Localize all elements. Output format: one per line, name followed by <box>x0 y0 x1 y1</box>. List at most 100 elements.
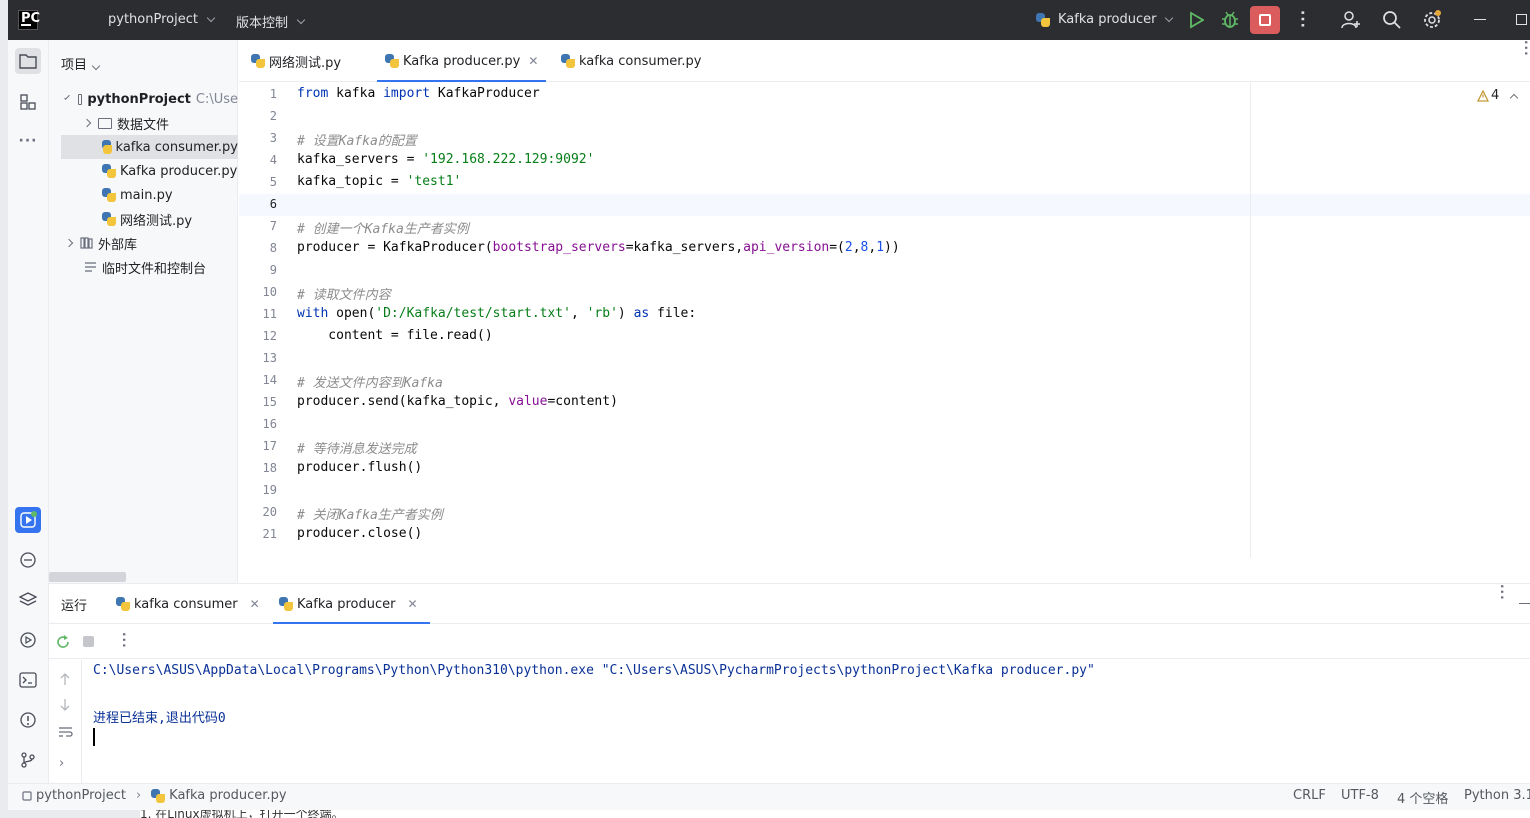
line-number: 7 <box>269 219 277 233</box>
code-text: =kafka_servers, <box>625 240 744 255</box>
tree-item-label: 数据文件 <box>117 117 170 133</box>
tree-item-kafka-consumer[interactable]: kafka consumer.py <box>61 135 238 159</box>
code-line-4: kafka_servers = '192.168.222.129:9092' <box>297 152 594 167</box>
structure-icon[interactable] <box>15 89 41 115</box>
line-number: 10 <box>262 285 277 299</box>
folder-icon <box>98 117 112 129</box>
close-tab-icon[interactable]: ✕ <box>528 54 538 68</box>
keyword-arg: bootstrap_servers <box>492 240 626 255</box>
python-packages-icon[interactable] <box>15 587 41 613</box>
rerun-icon[interactable] <box>55 634 71 654</box>
tab-network-test[interactable]: 网络测试.py <box>251 40 341 82</box>
stop-process-icon[interactable] <box>83 636 94 647</box>
run-toolbar: ··· <box>49 625 1530 659</box>
run-tab-kafka-producer[interactable]: Kafka producer ✕ <box>273 584 430 624</box>
vcs-label: 版本控制 <box>236 16 289 31</box>
project-panel-scrollbar[interactable] <box>49 572 126 582</box>
code-line-21: producer.close() <box>297 526 423 541</box>
encoding-widget[interactable]: UTF-8 <box>1341 788 1379 803</box>
hide-panel-icon[interactable] <box>1519 603 1530 604</box>
code-editor[interactable]: 1 2 3 4 5 6 7 8 9 10 11 12 13 14 15 16 1… <box>239 83 1530 558</box>
python-file-icon <box>102 212 116 226</box>
services-icon[interactable] <box>15 627 41 653</box>
more-tools-icon[interactable]: ··· <box>15 128 41 154</box>
string-literal: 'rb' <box>586 306 618 321</box>
run-panel-options-icon[interactable]: ··· <box>1495 584 1509 624</box>
run-tab-label: kafka consumer <box>134 596 238 612</box>
tab-more-icon[interactable]: ··· <box>1519 40 1530 82</box>
stop-button[interactable] <box>1250 6 1280 34</box>
python-file-icon <box>102 188 116 202</box>
tab-kafka-producer[interactable]: Kafka producer.py ✕ <box>377 40 547 82</box>
search-icon[interactable] <box>1382 10 1402 30</box>
python-file-icon <box>102 140 112 154</box>
run-config-selector[interactable]: Kafka producer <box>1036 12 1174 27</box>
soft-wrap-icon[interactable] <box>58 726 73 738</box>
arrow-up-icon[interactable] <box>59 672 71 686</box>
code-text: kafka <box>328 86 384 101</box>
console-output-line: C:\Users\ASUS\AppData\Local\Programs\Pyt… <box>93 663 1095 678</box>
arrow-down-icon[interactable] <box>59 698 71 712</box>
more-options-icon[interactable]: ··· <box>117 632 131 649</box>
line-ending-widget[interactable]: CRLF <box>1293 788 1326 803</box>
terminal-icon[interactable] <box>15 667 41 693</box>
tree-item-kafka-producer[interactable]: Kafka producer.py <box>49 159 238 183</box>
run-panel-title: 运行 <box>61 598 88 614</box>
status-bar: pythonProject › Kafka producer.py CRLF U… <box>8 783 1530 810</box>
problems-icon[interactable] <box>15 707 41 733</box>
line-number: 21 <box>262 527 277 541</box>
code-line-7: # 创建一个Kafka生产者实例 <box>297 222 469 237</box>
chevron-down-icon <box>91 61 101 71</box>
tree-item-scratches[interactable]: 临时文件和控制台 <box>49 255 238 279</box>
tab-kafka-consumer[interactable]: kafka consumer.py <box>561 40 701 82</box>
run-tool-icon[interactable] <box>15 507 41 533</box>
line-number: 3 <box>269 131 277 145</box>
minimize-icon[interactable] <box>1474 19 1486 20</box>
code-line-5: kafka_topic = 'test1' <box>297 174 461 189</box>
breadcrumb[interactable]: pythonProject › Kafka producer.py <box>22 788 287 803</box>
python-console-icon[interactable] <box>15 547 41 573</box>
tree-item-network-test[interactable]: 网络测试.py <box>49 207 238 231</box>
settings-gear-icon[interactable] <box>1422 9 1442 29</box>
main-menu-icon[interactable] <box>62 12 80 28</box>
pycharm-logo-icon[interactable]: PC <box>18 10 40 30</box>
tree-item-external-libs[interactable]: 外部库 <box>49 231 238 255</box>
line-number: 2 <box>269 109 277 123</box>
close-tab-icon[interactable]: ✕ <box>407 597 417 611</box>
console-exit-line: 进程已结束,退出代码0 <box>93 711 226 726</box>
chevron-up-icon[interactable] <box>1510 93 1519 102</box>
run-tabs: 运行 kafka consumer ✕ Kafka producer ✕ ··· <box>49 584 1530 624</box>
inspection-widget[interactable]: 4 <box>1477 88 1519 103</box>
interpreter-widget[interactable]: Python 3.1 <box>1464 788 1530 803</box>
tree-item-data-folder[interactable]: 数据文件 <box>49 111 238 135</box>
console-caret[interactable] <box>93 728 95 746</box>
expand-icon[interactable]: › <box>59 756 64 771</box>
current-line-highlight <box>239 194 1530 216</box>
project-view-icon[interactable] <box>15 48 41 74</box>
collapse-arrow-icon <box>82 118 92 128</box>
tree-item-main[interactable]: main.py <box>49 183 238 207</box>
keyword: with <box>297 306 329 321</box>
breadcrumb-file: Kafka producer.py <box>169 788 287 803</box>
breadcrumb-project: pythonProject <box>36 788 126 803</box>
project-panel-title[interactable]: 项目 <box>61 54 101 73</box>
maximize-icon[interactable] <box>1516 14 1527 25</box>
project-name: pythonProject <box>108 12 198 27</box>
more-actions-icon[interactable]: ··· <box>1294 10 1310 29</box>
debug-button[interactable] <box>1221 10 1239 30</box>
indent-widget[interactable]: 4 个空格 <box>1397 788 1448 807</box>
vcs-menu[interactable]: 版本控制 <box>236 12 306 31</box>
close-tab-icon[interactable]: ✕ <box>250 597 260 611</box>
tree-root[interactable]: pythonProject C:\Use <box>49 87 238 111</box>
tab-label: 网络测试.py <box>269 55 342 71</box>
git-icon[interactable] <box>15 747 41 773</box>
run-button[interactable] <box>1188 11 1204 29</box>
project-switcher[interactable]: pythonProject <box>108 12 216 27</box>
library-icon <box>80 237 93 249</box>
code-text: producer = KafkaProducer( <box>297 240 493 255</box>
background-document-text: 1. 在Linux虚拟机上，打开一个终端。 <box>140 810 1530 818</box>
add-user-icon[interactable] <box>1341 10 1361 30</box>
root-name: pythonProject <box>87 91 191 107</box>
code-line-10: # 读取文件内容 <box>297 288 391 303</box>
run-tab-kafka-consumer[interactable]: kafka consumer ✕ <box>116 584 260 624</box>
